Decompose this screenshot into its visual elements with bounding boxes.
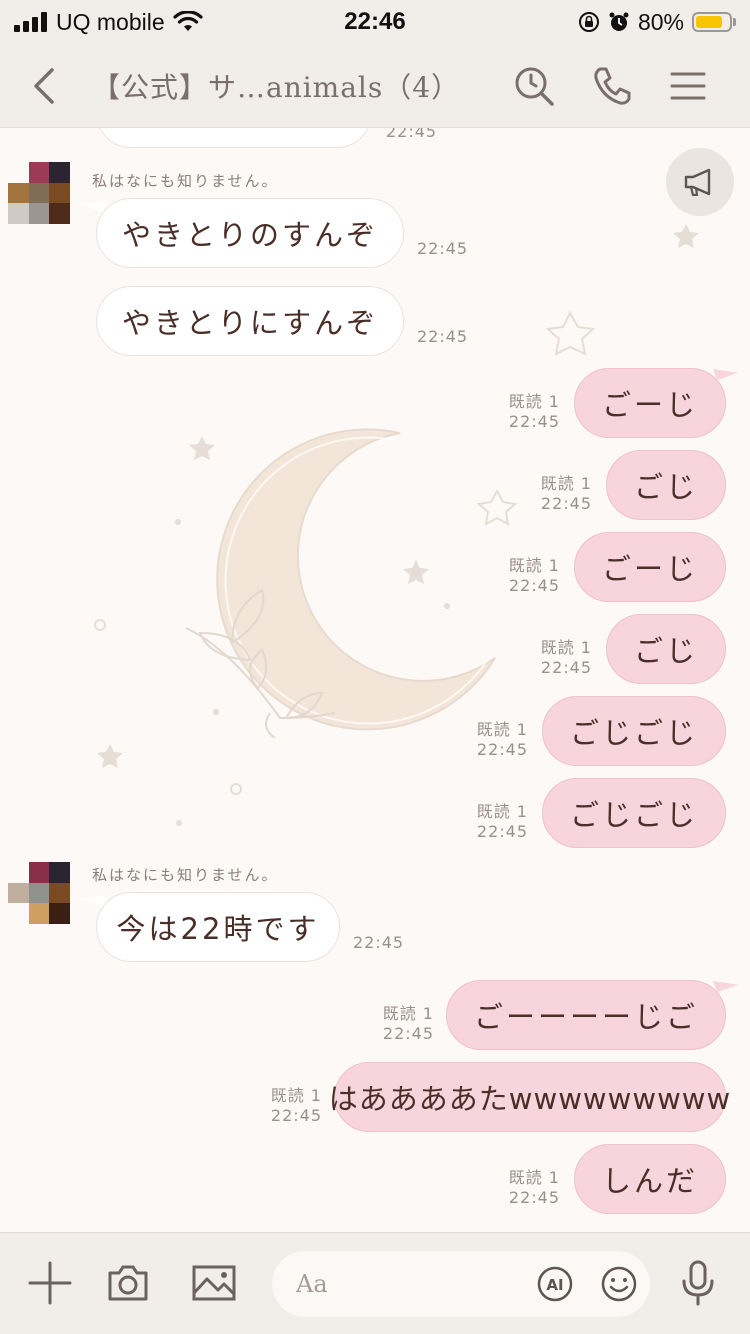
message-bubble-incoming[interactable]: やきとりにすんぞ [96, 286, 404, 356]
message-time: 22:45 [508, 1188, 560, 1207]
signal-icon [14, 12, 47, 32]
chat-title[interactable]: 【公式】サ…animals（4） [92, 66, 492, 106]
message-time: 22:45 [386, 128, 438, 141]
message-bubble-outgoing[interactable]: ごじ [606, 614, 726, 684]
message-input[interactable] [296, 1263, 526, 1305]
read-receipt: 既読 1 [270, 1086, 322, 1105]
sender-name: 私はなにも知りません。 [92, 172, 279, 190]
message-text: ごじごじ [569, 716, 698, 750]
read-receipt: 既読 1 [508, 556, 560, 575]
battery-fill [696, 16, 722, 28]
status-bar: UQ mobile 22:46 80% [0, 0, 750, 44]
message-bubble-incoming[interactable]: 今は22時です [96, 892, 340, 962]
phone-icon[interactable] [590, 64, 634, 108]
read-receipt: 既読 1 [476, 720, 528, 739]
message-bubble-outgoing[interactable]: はああああたwwwwwwwww [329, 1062, 730, 1132]
carrier-label: UQ mobile [56, 8, 165, 35]
message-bubble-outgoing[interactable]: ごじごじ [542, 696, 726, 766]
message-time: 22:45 [540, 658, 592, 677]
message-text: ごーーーーじご [473, 1000, 698, 1034]
message-text: やきとりのすんぞ [121, 218, 378, 252]
search-icon[interactable] [512, 64, 556, 108]
message-text: しんだ [601, 1164, 698, 1198]
ai-icon[interactable]: AI [536, 1265, 574, 1303]
message-text: ごーじ [601, 552, 698, 586]
message-text: ごじごじ [569, 798, 698, 832]
message-bubble-outgoing[interactable]: ごじ [606, 450, 726, 520]
wifi-icon [173, 11, 203, 31]
input-bar: AI [0, 1232, 750, 1334]
message-text: 今は22時です [116, 912, 320, 946]
read-receipt: 既読 1 [508, 1168, 560, 1187]
message-text: やきとりにすんぞ [121, 306, 379, 340]
message-bubble-incoming[interactable]: やきとりのすんぞ [96, 198, 404, 268]
message-time: 22:45 [508, 576, 560, 595]
avatar[interactable] [8, 862, 70, 924]
message-time: 22:45 [476, 822, 528, 841]
message-text: ごーじ [601, 388, 698, 422]
microphone-icon[interactable] [674, 1259, 722, 1307]
menu-icon[interactable] [666, 64, 710, 108]
message-bubble-outgoing[interactable]: ごーーーーじご [446, 980, 726, 1050]
message-bubble-outgoing[interactable]: ごーじ [574, 368, 726, 438]
read-receipt: 既読 1 [540, 638, 592, 657]
camera-icon[interactable] [104, 1259, 152, 1307]
message-time: 22:45 [353, 933, 405, 952]
emoji-icon[interactable] [600, 1265, 638, 1303]
message-text: ごじ [633, 634, 698, 668]
megaphone-icon [684, 168, 711, 196]
message-text: はああああたwwwwwwwww [328, 1082, 732, 1116]
battery-percent: 80% [637, 8, 684, 35]
avatar[interactable] [8, 162, 70, 224]
battery-icon [692, 12, 736, 32]
read-receipt: 既読 1 [382, 1004, 434, 1023]
message-time: 22:45 [417, 239, 469, 258]
message-bubble-outgoing[interactable]: ごーじ [574, 532, 726, 602]
ai-label: AI [546, 1276, 563, 1294]
alarm-icon [609, 12, 629, 31]
sender-name: 私はなにも知りません。 [92, 866, 279, 884]
message-time: 22:45 [508, 412, 560, 431]
message-input-field[interactable]: AI [272, 1251, 650, 1317]
read-receipt: 既読 1 [540, 474, 592, 493]
message-time: 22:45 [382, 1024, 434, 1043]
chat-area[interactable]: 22:45 私はなにも知りません。 やきとりのすんぞ 22:45 やきとりにすん… [0, 128, 750, 1232]
image-icon[interactable] [190, 1259, 238, 1307]
orientation-lock-icon [578, 12, 599, 32]
message-bubble-outgoing[interactable]: ごじごじ [542, 778, 726, 848]
message-bubble-incoming[interactable] [96, 128, 372, 148]
back-icon[interactable] [24, 64, 64, 108]
status-right: 80% [578, 9, 736, 36]
message-time: 22:45 [476, 740, 528, 759]
message-text: ごじ [633, 470, 698, 504]
message-time: 22:45 [540, 494, 592, 513]
status-left: UQ mobile [14, 9, 203, 36]
read-receipt: 既読 1 [508, 392, 560, 411]
message-bubble-outgoing[interactable]: しんだ [574, 1144, 726, 1214]
read-receipt: 既読 1 [476, 802, 528, 821]
message-time: 22:45 [417, 327, 469, 346]
plus-icon[interactable] [26, 1259, 74, 1307]
chat-header: 【公式】サ…animals（4） [0, 44, 750, 128]
message-time: 22:45 [270, 1106, 322, 1125]
announcement-button[interactable] [666, 148, 734, 216]
